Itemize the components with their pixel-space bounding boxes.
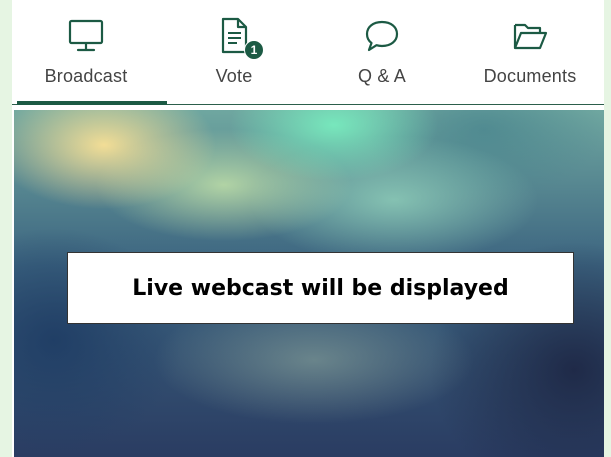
tab-documents[interactable]: Documents xyxy=(456,0,604,104)
monitor-icon xyxy=(68,19,104,52)
tab-label: Documents xyxy=(483,66,577,86)
webcast-placeholder-message: Live webcast will be displayed xyxy=(67,252,574,324)
tab-broadcast[interactable]: Broadcast xyxy=(12,0,167,105)
app-frame: Broadcast 1 Vote Q & A Documents Live we… xyxy=(0,0,611,457)
tab-label: Broadcast xyxy=(44,66,128,86)
tab-label: Vote xyxy=(215,66,253,86)
active-tab-indicator xyxy=(17,101,167,105)
vote-count-badge: 1 xyxy=(244,40,264,60)
video-player-area[interactable]: Live webcast will be displayed xyxy=(14,110,604,457)
folder-icon xyxy=(513,23,548,50)
webcast-panel: Broadcast 1 Vote Q & A Documents Live we… xyxy=(12,0,604,457)
tab-label: Q & A xyxy=(357,66,407,86)
speech-bubble-icon xyxy=(365,20,399,52)
tab-qa[interactable]: Q & A xyxy=(308,0,456,104)
tab-vote[interactable]: 1 Vote xyxy=(160,0,308,104)
tab-bar: Broadcast 1 Vote Q & A Documents xyxy=(12,0,604,105)
